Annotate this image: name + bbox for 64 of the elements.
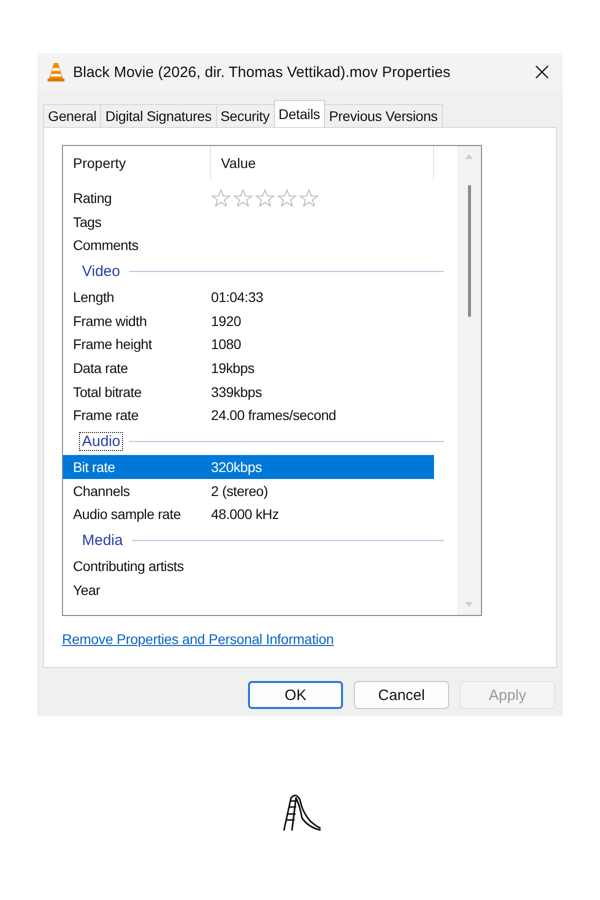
property-row[interactable]: Channels 2 (stereo) [63, 478, 434, 503]
dialog-button[interactable]: Cancel [354, 681, 449, 709]
property-name: Comments [72, 237, 140, 254]
tab[interactable]: Previous Versions [324, 104, 443, 127]
column-header[interactable]: Value [211, 146, 434, 180]
property-row[interactable]: Data rate 19kbps [63, 356, 434, 380]
close-icon [535, 65, 549, 79]
property-name: Bit rate [72, 459, 116, 476]
property-name: Total bitrate [72, 384, 142, 400]
tab[interactable]: General [43, 104, 102, 127]
property-value: 320kbps [211, 459, 262, 476]
star-icon [299, 188, 319, 207]
dialog-button[interactable]: OK [248, 681, 343, 709]
property-name: Tags [72, 214, 102, 230]
property-name: Year [72, 582, 102, 598]
property-name: Audio sample rate [72, 506, 182, 522]
star-icon [233, 188, 253, 207]
group-heading[interactable]: Video [79, 262, 124, 281]
slide-drawing [280, 792, 322, 832]
scroll-down-icon [464, 601, 474, 609]
property-name: Frame width [72, 312, 148, 329]
property-name: Length [72, 288, 116, 305]
property-row[interactable]: Year [63, 578, 434, 602]
property-name: Frame height [72, 336, 153, 352]
scrollbar[interactable] [457, 146, 481, 615]
property-row[interactable]: Tags [63, 210, 434, 234]
property-name: Data rate [72, 360, 129, 376]
property-value: 339kbps [211, 384, 262, 400]
star-icon [277, 188, 297, 207]
star-rating[interactable] [211, 188, 319, 207]
remove-properties-link[interactable]: Remove Properties and Personal Information [62, 631, 334, 647]
property-value: 1080 [211, 336, 241, 352]
group-heading[interactable]: Media [79, 530, 126, 550]
property-row[interactable]: Audio sample rate 48.000 kHz [63, 502, 434, 526]
property-name: Frame rate [72, 407, 140, 424]
property-value: 2 (stereo) [211, 482, 268, 499]
property-row[interactable]: Rating [63, 186, 434, 210]
star-icon [211, 188, 231, 207]
property-row[interactable]: Frame rate 24.00 frames/second [63, 404, 434, 428]
property-name: Contributing artists [72, 558, 185, 574]
tab[interactable]: Details [274, 100, 325, 127]
star-icon [255, 188, 275, 207]
tab[interactable]: Security [216, 104, 275, 127]
property-row[interactable]: Frame height 1080 [63, 332, 434, 356]
property-row[interactable]: Contributing artists [63, 554, 434, 578]
property-value: 24.00 frames/second [211, 407, 336, 424]
property-name: Channels [72, 482, 131, 499]
property-name: Rating [72, 190, 113, 206]
property-row[interactable]: Frame width 1920 [63, 308, 434, 332]
property-row[interactable]: Total bitrate 339kbps [63, 380, 434, 404]
property-value: 19kbps [211, 360, 254, 376]
property-row[interactable]: Length 01:04:33 [63, 285, 434, 309]
traffic-cone-icon [47, 62, 65, 82]
property-value: 48.000 kHz [211, 506, 279, 522]
property-value: 01:04:33 [211, 288, 264, 305]
tab[interactable]: Digital Signatures [100, 104, 217, 127]
window-title: Black Movie (2026, dir. Thomas Vettikad).mov Properties [73, 64, 452, 80]
property-row[interactable]: Bit rate 320kbps [63, 455, 434, 479]
property-row[interactable]: Comments [63, 233, 434, 258]
scrollbar-thumb[interactable] [468, 184, 470, 316]
scroll-up-icon [464, 152, 474, 160]
column-header[interactable]: Property [63, 146, 211, 180]
property-value: 1920 [211, 312, 241, 329]
group-heading[interactable]: Audio [79, 432, 124, 451]
